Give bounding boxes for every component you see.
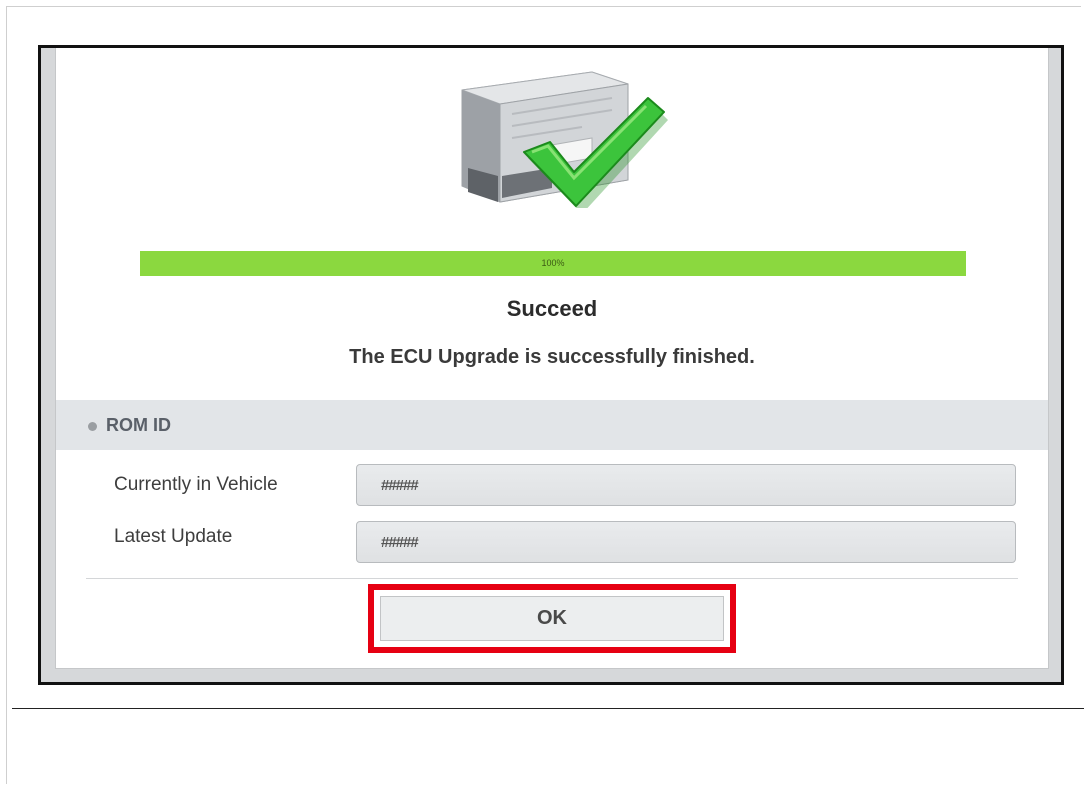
rom-id-title: ROM ID: [106, 415, 171, 435]
document-rule: [12, 708, 1084, 709]
ok-button[interactable]: OK: [380, 596, 724, 641]
rom-id-section-header: ROM ID: [56, 400, 1048, 450]
latest-update-field: #####: [356, 521, 1016, 563]
ecu-upgrade-dialog: 100% Succeed The ECU Upgrade is successf…: [55, 48, 1049, 669]
divider: [86, 578, 1018, 579]
status-message: The ECU Upgrade is successfully finished…: [349, 346, 755, 368]
currently-in-vehicle-field: #####: [356, 464, 1016, 506]
status-title: Succeed: [506, 296, 598, 321]
latest-update-label: Latest Update: [114, 526, 233, 547]
ecu-checkmark-icon: [461, 71, 668, 208]
progress-bar: 100%: [140, 251, 966, 276]
bullet-dot-icon: [88, 422, 97, 431]
currently-in-vehicle-label: Currently in Vehicle: [114, 474, 278, 495]
ecu-upgrade-screenshot: 100% Succeed The ECU Upgrade is successf…: [38, 45, 1064, 685]
progress-percent-label: 100%: [541, 258, 565, 268]
